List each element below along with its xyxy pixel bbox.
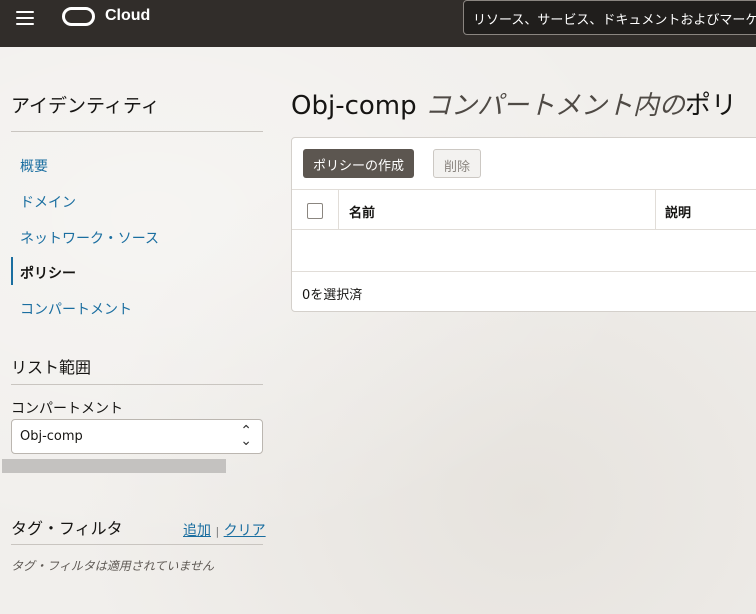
chevron-up-down-icon: ⌃ ⌄ [240,423,252,449]
add-tag-filter-link[interactable]: 追加 [183,523,211,539]
column-separator [338,190,339,230]
sidebar-title: アイデンティティ [11,95,160,117]
tag-filter-actions: 追加 | クリア [183,520,266,540]
compartment-select[interactable]: Obj-comp ⌃ ⌄ [11,419,263,454]
delete-button: 削除 [433,149,482,178]
sidebar-item-compartments[interactable]: コンパートメント [11,293,261,321]
policies-table-panel: ポリシーの作成 削除 名前 説明 0を選択済 [291,137,756,312]
tag-filters-divider [11,544,263,545]
page-title-suffix: コンパートメント内の [424,91,685,121]
link-separator: | [215,525,220,538]
oracle-logo-icon[interactable] [62,7,95,26]
page-title-compartment: Obj-comp [291,91,417,121]
selection-status: 0を選択済 [292,271,756,312]
app-name[interactable]: Cloud [105,7,150,25]
search-input[interactable]: リソース、サービス、ドキュメントおよびマーケ [463,0,756,35]
select-all-checkbox[interactable] [307,203,323,219]
top-navigation-bar: Cloud リソース、サービス、ドキュメントおよびマーケ [0,0,756,47]
column-header-name[interactable]: 名前 [349,202,375,221]
sidebar-divider [11,131,263,132]
list-scope-divider [11,384,263,385]
tag-filters-heading: タグ・フィルタ [11,519,123,538]
loading-placeholder-bar [2,459,226,473]
sidebar-item-policies[interactable]: ポリシー [11,257,261,285]
menu-icon[interactable] [16,11,34,25]
compartment-label: コンパートメント [11,401,123,417]
compartment-value: Obj-comp [20,429,83,444]
column-header-description[interactable]: 説明 [665,202,691,221]
clear-tag-filter-link[interactable]: クリア [224,523,266,539]
list-scope-heading: リスト範囲 [11,358,92,377]
table-header: 名前 説明 [292,189,756,230]
create-policy-button[interactable]: ポリシーの作成 [303,149,415,178]
column-separator [655,190,656,230]
tag-filters-empty-text: タグ・フィルタは適用されていません [11,559,215,573]
page-title: Obj-comp コンパートメント内のポリ [291,85,737,122]
sidebar-item-network-sources[interactable]: ネットワーク・ソース [11,222,261,250]
page-title-tail: ポリ [684,91,737,121]
sidebar-item-overview[interactable]: 概要 [11,150,261,178]
sidebar-item-domains[interactable]: ドメイン [11,186,261,214]
